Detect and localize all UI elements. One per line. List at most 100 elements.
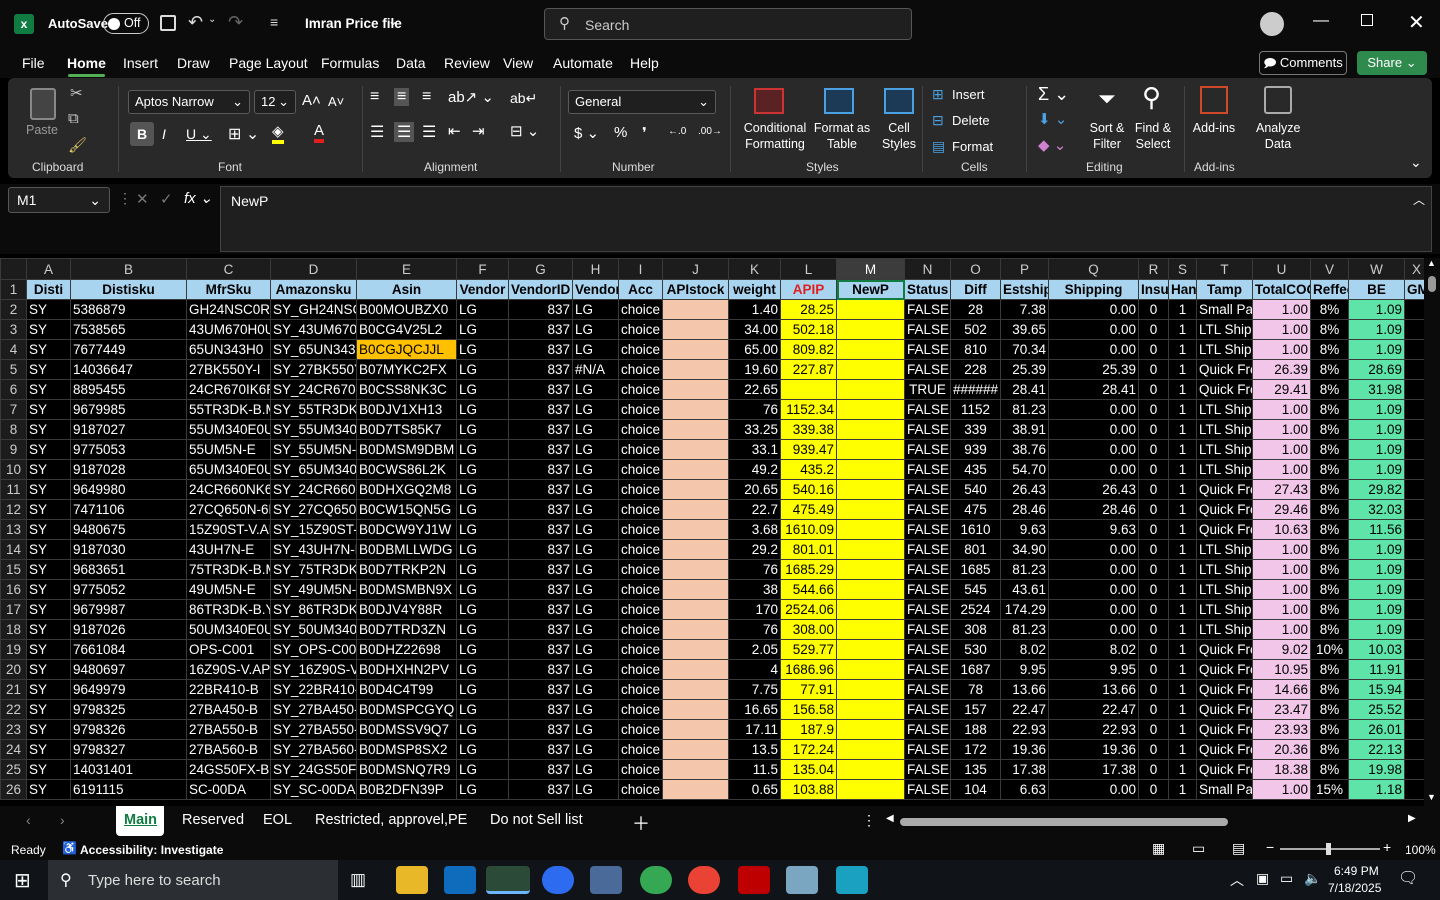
cell[interactable]: choice [618, 479, 663, 500]
cell[interactable]: B0DJV1XH13 [356, 399, 457, 420]
cell[interactable]: LG [456, 779, 509, 800]
cell[interactable]: 7.75 [728, 679, 781, 700]
header-cell[interactable]: NewP [836, 279, 905, 300]
cell[interactable]: 0 [1138, 359, 1169, 380]
cell[interactable]: 837 [508, 519, 573, 540]
cell[interactable]: 1.09 [1348, 319, 1405, 340]
format-cells-button[interactable]: Format [952, 139, 993, 154]
currency-icon[interactable]: $ ⌄ [574, 124, 599, 142]
cell[interactable]: 174.29 [1000, 599, 1049, 620]
cell[interactable]: 34.00 [728, 319, 781, 340]
cell[interactable]: SY [26, 699, 71, 720]
cell[interactable]: 22.7 [728, 499, 781, 520]
cell[interactable]: 7.38 [1000, 299, 1049, 320]
cell[interactable]: 837 [508, 379, 573, 400]
cell[interactable]: 38.91 [1000, 419, 1049, 440]
cell[interactable] [1404, 679, 1424, 700]
find-select-button[interactable]: Find & Select [1128, 120, 1178, 152]
cell[interactable] [662, 739, 729, 760]
cell[interactable]: 801.01 [780, 539, 837, 560]
cell[interactable]: 8% [1310, 479, 1349, 500]
cell[interactable]: 24CR660NK6P [186, 479, 271, 500]
cell[interactable]: SY_55UM5N-E [270, 439, 357, 460]
cell[interactable]: B07MYKC2FX [356, 359, 457, 380]
cell[interactable]: OPS-C001 [186, 639, 271, 660]
cell[interactable]: LTL Shipping [1196, 579, 1253, 600]
cell[interactable]: FALSE [904, 759, 951, 780]
cell[interactable]: LG [456, 579, 509, 600]
cell[interactable]: choice [618, 439, 663, 460]
cell[interactable]: 28.41 [1000, 379, 1049, 400]
cell[interactable]: 1.00 [1252, 339, 1311, 360]
cell[interactable]: 14.66 [1252, 679, 1311, 700]
normal-view-icon[interactable]: ▦ [1152, 840, 1165, 857]
row-header[interactable]: 22 [0, 699, 27, 720]
cell[interactable]: Quick Freight [1196, 359, 1253, 380]
cell[interactable]: LG [456, 379, 509, 400]
menu-draw[interactable]: Draw [177, 55, 210, 71]
cell[interactable]: 22.65 [728, 379, 781, 400]
cell[interactable]: 0 [1138, 639, 1169, 660]
cell[interactable]: LG [456, 419, 509, 440]
cell[interactable]: choice [618, 499, 663, 520]
font-size-dropdown[interactable]: 12 ⌄ [254, 90, 296, 114]
cell[interactable]: 6191115 [70, 779, 187, 800]
cell[interactable]: LG [572, 779, 619, 800]
cell[interactable] [1404, 359, 1424, 380]
cell[interactable]: SY [26, 399, 71, 420]
cell[interactable]: 0.00 [1048, 539, 1139, 560]
cell[interactable]: FALSE [904, 419, 951, 440]
cell[interactable]: SY [26, 419, 71, 440]
cell[interactable]: FALSE [904, 719, 951, 740]
cell[interactable]: B0DMSNQ7R9 [356, 759, 457, 780]
cell[interactable]: LG [456, 479, 509, 500]
cell[interactable]: 157 [950, 699, 1001, 720]
cell[interactable]: FALSE [904, 459, 951, 480]
cell[interactable]: 8.02 [1048, 639, 1139, 660]
cell[interactable]: 8% [1310, 659, 1349, 680]
cell[interactable]: LG [572, 559, 619, 580]
cell[interactable]: 0.00 [1048, 459, 1139, 480]
cell[interactable]: 9.63 [1000, 519, 1049, 540]
cell[interactable]: 28.25 [780, 299, 837, 320]
cell[interactable]: LG [572, 539, 619, 560]
cell[interactable]: 8% [1310, 619, 1349, 640]
cell[interactable]: 49.2 [728, 459, 781, 480]
cell[interactable] [1404, 659, 1424, 680]
cell[interactable]: 23.93 [1252, 719, 1311, 740]
increase-indent-icon[interactable]: ⇥ [472, 122, 485, 140]
cell[interactable]: 0.00 [1048, 779, 1139, 800]
cell[interactable]: FALSE [904, 679, 951, 700]
cell[interactable]: 55TR3DK-B.M [186, 399, 271, 420]
column-header-h[interactable]: H [572, 258, 619, 280]
header-cell[interactable]: Distisku [70, 279, 187, 300]
cell[interactable] [836, 319, 905, 340]
cell[interactable]: 81.23 [1000, 559, 1049, 580]
scroll-left-icon[interactable]: ◀ [886, 813, 894, 824]
undo-dropdown-icon[interactable]: ⌄ [208, 14, 216, 25]
cell[interactable]: LG [456, 739, 509, 760]
page-layout-view-icon[interactable]: ▭ [1192, 840, 1205, 857]
cell[interactable]: 11.5 [728, 759, 781, 780]
header-cell[interactable]: BE [1348, 279, 1405, 300]
cell[interactable]: 172.24 [780, 739, 837, 760]
cell[interactable]: LG [456, 399, 509, 420]
cell[interactable]: choice [618, 659, 663, 680]
cell[interactable]: 837 [508, 419, 573, 440]
bold-button[interactable]: B [130, 122, 154, 146]
cell[interactable]: 939.47 [780, 439, 837, 460]
minimize-icon[interactable]: — [1313, 12, 1329, 30]
cell[interactable]: 0 [1138, 379, 1169, 400]
cell[interactable] [1404, 459, 1424, 480]
cell[interactable] [1404, 739, 1424, 760]
cell[interactable]: FALSE [904, 299, 951, 320]
column-header-s[interactable]: S [1168, 258, 1197, 280]
cell[interactable]: choice [618, 399, 663, 420]
column-header-t[interactable]: T [1196, 258, 1253, 280]
cell[interactable]: 8% [1310, 519, 1349, 540]
cell[interactable]: SY [26, 499, 71, 520]
cell[interactable]: 38 [728, 579, 781, 600]
cell[interactable]: 8% [1310, 579, 1349, 600]
cell[interactable]: 104 [950, 779, 1001, 800]
row-header[interactable]: 4 [0, 339, 27, 360]
